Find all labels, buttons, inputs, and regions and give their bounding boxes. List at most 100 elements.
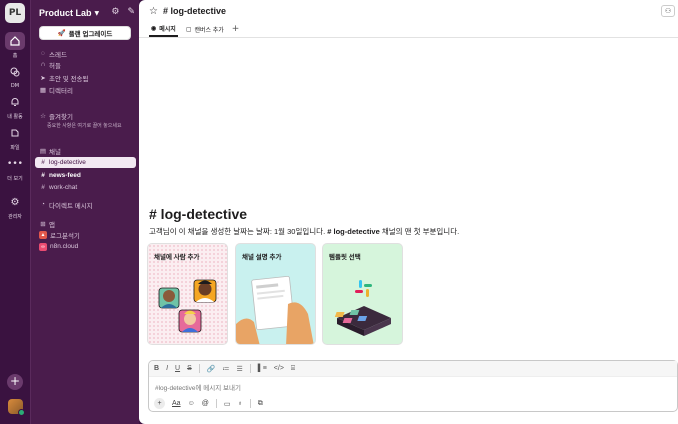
code-block-icon[interactable]: ⌸ <box>291 365 295 373</box>
ordered-list-icon[interactable]: ≔ <box>222 365 229 373</box>
rail-label-files: 파일 <box>10 145 20 151</box>
bell-icon <box>5 93 25 111</box>
card-title: 템플릿 선택 <box>329 254 361 261</box>
star-icon: ☆ <box>40 112 46 120</box>
intro-channel-link[interactable]: # log-detective <box>327 227 380 236</box>
attach-plus-button[interactable]: + <box>154 398 165 409</box>
sidebar-item-huddles[interactable]: ∩ 허들 <box>35 59 136 70</box>
rail-label-dm: DM <box>10 83 20 89</box>
link-icon[interactable]: 🔗 <box>207 365 216 373</box>
rail-label-home: 홈 <box>12 53 18 59</box>
dm-label: 다이렉트 메시지 <box>49 202 93 210</box>
sidebar-item-news-feed[interactable]: # news-feed <box>35 170 136 181</box>
card-title: 채널 설명 추가 <box>242 254 282 261</box>
card-title: 채널에 사람 추가 <box>154 254 200 261</box>
upgrade-label: 플랜 업그레이드 <box>68 31 113 38</box>
people-illustration <box>158 279 217 333</box>
toolbar-divider <box>249 399 251 408</box>
message-icon: ◉ <box>151 25 157 32</box>
apps-grid-icon: ⊞ <box>40 220 46 228</box>
tab-add-canvas[interactable]: ▢ 캔버스 추가 <box>184 21 226 37</box>
workspace-name[interactable]: Product Lab <box>39 8 92 18</box>
sidebar-item-label: 초안 및 전송됨 <box>49 75 89 83</box>
rail-item-more[interactable]: ••• 더 보기 <box>0 155 30 182</box>
workspace-rail: PL 홈 DM 내 활동 파일 ••• 더 보기 ⚙ 관리자 + <box>0 0 30 424</box>
code-icon[interactable]: </> <box>274 365 284 372</box>
apps-label: 앱 <box>49 221 55 229</box>
channels-section-header[interactable]: ▤ 채널 <box>35 145 136 156</box>
italic-button[interactable]: I <box>166 365 168 372</box>
rail-label-activity: 내 활동 <box>7 114 23 120</box>
rail-item-admin[interactable]: ⚙ 관리자 <box>0 193 30 221</box>
add-people-card[interactable]: 채널에 사람 추가 <box>147 243 228 345</box>
dm-section-header[interactable]: ◔ 다이렉트 메시지 <box>35 199 136 210</box>
rail-label-more: 더 보기 <box>7 176 23 182</box>
sidebar-item-work-chat[interactable]: # work-chat <box>35 182 136 193</box>
slack-logo-icon <box>355 280 372 297</box>
toolbar-divider <box>215 399 217 408</box>
bold-button[interactable]: B <box>154 365 159 372</box>
microphone-icon[interactable]: ♁ <box>237 400 242 407</box>
sidebar-item-directory[interactable]: ▦ 디렉터리 <box>35 84 136 95</box>
rocket-icon: 🚀 <box>57 30 66 37</box>
message-input[interactable]: #log-detective에 메시지 보내기 <box>155 382 241 392</box>
message-composer: B I U S 🔗 ≔ ☰ ▌≡ </> ⌸ #log-detective에 메… <box>148 360 678 412</box>
formatting-toolbar: B I U S 🔗 ≔ ☰ ▌≡ </> ⌸ <box>149 361 677 377</box>
emoji-icon[interactable]: ☺ <box>188 400 195 407</box>
strikethrough-button[interactable]: S <box>187 365 192 372</box>
user-avatar[interactable] <box>8 399 25 416</box>
tab-messages[interactable]: ◉ 메시지 <box>149 21 178 37</box>
channel-sidebar: Product Lab ▼ ⚙ ✎ 🚀 플랜 업그레이드 ◌ 스레드 ∩ 허들 … <box>30 0 139 424</box>
blockquote-icon[interactable]: ▌≡ <box>258 365 267 372</box>
shortcut-icon[interactable]: ⧉ <box>258 400 263 408</box>
add-description-card[interactable]: 채널 설명 추가 <box>235 243 316 345</box>
template-illustration <box>334 280 391 336</box>
favorites-section-header[interactable]: ☆ 즐겨찾기 <box>35 110 136 121</box>
apps-section-header[interactable]: ⊞ 앱 <box>35 218 136 229</box>
bulleted-list-icon[interactable]: ☰ <box>236 365 242 373</box>
app-window: PL 홈 DM 내 활동 파일 ••• 더 보기 ⚙ 관리자 + Product… <box>0 0 678 424</box>
add-tab-button[interactable]: + <box>232 21 240 37</box>
hash-icon: # <box>41 172 45 179</box>
sidebar-item-n8n[interactable]: ∞ n8n.cloud <box>35 241 136 252</box>
rail-item-home[interactable]: 홈 <box>0 32 30 59</box>
upgrade-plan-button[interactable]: 🚀 플랜 업그레이드 <box>39 26 131 40</box>
sidebar-item-label: 허들 <box>49 62 61 70</box>
add-workspace-button[interactable]: + <box>7 374 23 390</box>
app-logo-icon: ▲ <box>39 230 47 239</box>
sidebar-item-drafts[interactable]: ➤ 초안 및 전송됨 <box>35 72 136 83</box>
person-icon: ⚇ <box>664 7 672 15</box>
intro-desc-text: 채널의 맨 첫 부분입니다. <box>379 227 460 236</box>
settings-icon[interactable]: ⚙ <box>111 7 119 17</box>
sidebar-item-label: work-chat <box>49 184 78 191</box>
channels-label: 채널 <box>49 148 61 156</box>
sidebar-item-label: 스레드 <box>49 51 67 59</box>
sidebar-item-threads[interactable]: ◌ 스레드 <box>35 48 136 59</box>
underline-button[interactable]: U <box>175 365 180 372</box>
choose-template-card[interactable]: 템플릿 선택 <box>322 243 403 345</box>
video-icon[interactable]: ▭ <box>224 400 231 408</box>
app-logo-icon: ∞ <box>39 242 47 251</box>
send-icon: ➤ <box>40 74 46 82</box>
compose-icon[interactable]: ✎ <box>127 7 135 17</box>
intro-desc-text: 고객님이 이 채널을 생성한 날짜는 날짜: 1월 30일입니다. <box>149 227 328 236</box>
sidebar-item-log-detective[interactable]: # log-detective <box>35 157 136 168</box>
rail-item-activity[interactable]: 내 활동 <box>0 93 30 120</box>
text-format-toggle[interactable]: Aa <box>172 400 181 407</box>
files-icon <box>5 124 25 142</box>
channel-header: ☆ # log-detective ⚇ <box>139 0 678 22</box>
rail-item-dm[interactable]: DM <box>0 63 30 89</box>
channel-title[interactable]: # log-detective <box>163 6 226 16</box>
workspace-avatar[interactable]: PL <box>5 3 25 23</box>
chat-bubble-icon: ◔ <box>41 201 45 208</box>
composer-actions: + Aa ☺ @ ▭ ♁ ⧉ <box>154 398 263 409</box>
workspace-header[interactable]: Product Lab ▼ ⚙ ✎ <box>39 6 135 20</box>
sidebar-item-log-analyzer[interactable]: ▲ 로그분석기 <box>35 229 136 240</box>
mention-icon[interactable]: @ <box>202 400 209 407</box>
members-button[interactable]: ⚇ <box>661 5 675 17</box>
hash-icon: # <box>41 159 45 166</box>
channel-tabs: ◉ 메시지 ▢ 캔버스 추가 + <box>139 22 678 38</box>
star-icon[interactable]: ☆ <box>149 6 158 17</box>
toolbar-divider <box>198 364 200 373</box>
rail-item-files[interactable]: 파일 <box>0 124 30 151</box>
